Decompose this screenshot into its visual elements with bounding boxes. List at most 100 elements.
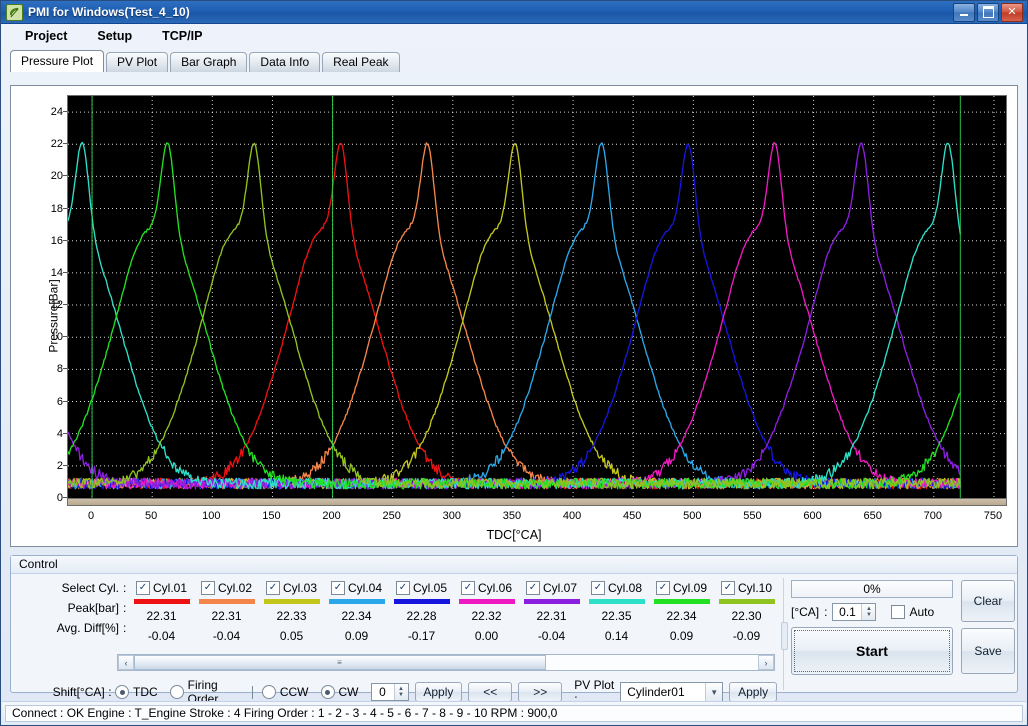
checkbox-box: ✓ (265, 581, 280, 595)
y-tick-mark (63, 497, 67, 498)
ca-value: 0.1 (839, 605, 856, 619)
shift-prev-button[interactable]: << (468, 682, 513, 702)
menu-item-project[interactable]: Project (23, 27, 69, 45)
checkbox-box: ✓ (200, 581, 215, 595)
auto-label: Auto (909, 605, 935, 619)
cylinder-column-6: ✓ Cyl.06 22.32 0.00 (454, 578, 519, 646)
save-button[interactable]: Save (961, 628, 1015, 674)
cylinder-checkbox-9[interactable]: ✓ Cyl.09 (649, 578, 714, 598)
shift-stepper-arrows[interactable]: ▲ ▼ (393, 684, 408, 700)
cylinder-peak-value: 22.31 (211, 609, 242, 623)
shift-next-button[interactable]: >> (518, 682, 563, 702)
cylinder-peak-value: 22.34 (666, 609, 697, 623)
radio-cw[interactable]: CW (320, 685, 359, 699)
checkbox-box: ✓ (330, 581, 345, 595)
start-button[interactable]: Start (791, 627, 953, 675)
tab-bar-graph[interactable]: Bar Graph (170, 52, 248, 72)
tab-pv-plot[interactable]: PV Plot (106, 52, 169, 72)
tab-real-peak[interactable]: Real Peak (322, 52, 400, 72)
radio-tdc-indicator (115, 685, 129, 699)
radio-tdc-label: TDC (133, 685, 158, 699)
scrollbar-track[interactable]: ≡ (134, 655, 758, 670)
pv-plot-apply-button[interactable]: Apply (729, 682, 777, 702)
x-axis-label: TDC[°CA] (486, 528, 542, 542)
y-tick-label: 2 (56, 459, 63, 472)
cylinder-label: Cyl.10 (737, 581, 772, 595)
ca-stepper-arrows[interactable]: ▲ ▼ (861, 604, 876, 620)
y-tick-mark (63, 304, 67, 306)
cylinder-section: Select Cyl. Peak[bar] Avg. Diff[%] : : :… (11, 574, 783, 706)
window-title: PMI for Windows(Test_4_10) (28, 5, 190, 19)
label-select-cyl: Select Cyl. (61, 581, 119, 595)
cylinder-checkbox-3[interactable]: ✓ Cyl.03 (259, 578, 324, 598)
cylinder-checkbox-7[interactable]: ✓ Cyl.07 (519, 578, 584, 598)
tab-data-info[interactable]: Data Info (249, 52, 321, 72)
checkbox-box: ✓ (655, 581, 670, 595)
cylinder-color-swatch (718, 599, 775, 604)
cylinder-checkbox-10[interactable]: ✓ Cyl.10 (714, 578, 779, 598)
cylinder-label: Cyl.07 (542, 581, 577, 595)
status-text: Connect : OK Engine : T_Engine Stroke : … (5, 704, 1023, 722)
checkbox-box: ✓ (395, 581, 410, 595)
y-tick-mark (63, 111, 67, 113)
cylinder-column-2: ✓ Cyl.02 22.31 -0.04 (194, 578, 259, 646)
cylinder-color-swatch (133, 599, 190, 604)
radio-tdc[interactable]: TDC (115, 685, 158, 699)
auto-checkbox[interactable]: Auto (891, 605, 934, 619)
close-button[interactable]: ✕ (1001, 2, 1023, 22)
y-tick-label: 12 (50, 299, 63, 312)
cylinder-checkbox-4[interactable]: ✓ Cyl.04 (324, 578, 389, 598)
ca-stepper[interactable]: 0.1 ▲ ▼ (832, 603, 877, 621)
auto-checkbox-box (891, 605, 906, 619)
x-tick-label: 650 (863, 510, 882, 522)
cylinder-label: Cyl.06 (477, 581, 512, 595)
x-tick-label: 400 (562, 510, 582, 522)
minimize-button[interactable] (953, 2, 975, 22)
x-tick-label: 300 (442, 510, 461, 522)
y-tick-mark (63, 175, 67, 177)
app-leaf-icon (6, 3, 23, 21)
cylinder-column-4: ✓ Cyl.04 22.34 0.09 (324, 578, 389, 646)
shift-value-stepper[interactable]: 0 ▲ ▼ (370, 683, 409, 701)
window-buttons: ✕ (953, 2, 1025, 22)
cylinder-checkbox-1[interactable]: ✓ Cyl.01 (129, 578, 194, 598)
label-avg-diff: Avg. Diff[%] (56, 621, 119, 635)
plot-area[interactable] (67, 95, 1007, 499)
x-tick-label: 200 (322, 510, 341, 522)
cylinder-checkbox-2[interactable]: ✓ Cyl.02 (194, 578, 259, 598)
splitter-grip[interactable] (781, 622, 788, 650)
radio-ccw-label: CCW (279, 685, 309, 699)
maximize-button[interactable] (977, 2, 999, 22)
scroll-right-button[interactable]: › (758, 655, 774, 670)
menu-item-tcpip[interactable]: TCP/IP (160, 27, 204, 45)
y-tick-label: 4 (56, 427, 63, 440)
cylinder-peak-value: 22.31 (146, 609, 177, 623)
cylinder-checkbox-5[interactable]: ✓ Cyl.05 (389, 578, 454, 598)
cylinder-avg-diff-value: -0.04 (212, 629, 241, 643)
y-tick-label: 14 (50, 266, 63, 279)
menu-bar: Project Setup TCP/IP (1, 24, 1027, 48)
pv-plot-select[interactable]: Cylinder01 ▼ (620, 682, 724, 702)
shift-apply-button[interactable]: Apply (414, 682, 463, 702)
cylinder-peak-value: 22.32 (471, 609, 502, 623)
x-tick-label: 450 (623, 510, 642, 522)
y-tick-label: 20 (50, 170, 63, 183)
menu-item-setup[interactable]: Setup (95, 27, 134, 45)
clear-button[interactable]: Clear (961, 580, 1015, 622)
horizontal-scrollbar[interactable]: ‹ ≡ › (117, 654, 775, 671)
scroll-left-button[interactable]: ‹ (118, 655, 134, 670)
x-tick-label: 150 (262, 510, 281, 522)
cylinder-checkbox-6[interactable]: ✓ Cyl.06 (454, 578, 519, 598)
radio-ccw[interactable]: CCW (261, 685, 309, 699)
pressure-plot-panel: Pressure[Bar] 0 2 4 6 8 10 12 14 16 18 20 22 24 0 50 1… (10, 85, 1018, 547)
y-axis-ticks: 0 2 4 6 8 10 12 14 16 18 20 22 24 (33, 95, 63, 504)
y-tick-label: 10 (50, 331, 63, 344)
cylinder-color-swatch (263, 599, 320, 604)
y-tick-label: 16 (50, 234, 63, 247)
cylinder-avg-diff-value: -0.04 (147, 629, 176, 643)
tab-pressure-plot[interactable]: Pressure Plot (10, 50, 105, 72)
scrollbar-thumb[interactable]: ≡ (134, 655, 546, 670)
y-tick-mark (63, 464, 67, 466)
cylinder-checkbox-8[interactable]: ✓ Cyl.08 (584, 578, 649, 598)
cylinder-peak-value: 22.33 (276, 609, 307, 623)
